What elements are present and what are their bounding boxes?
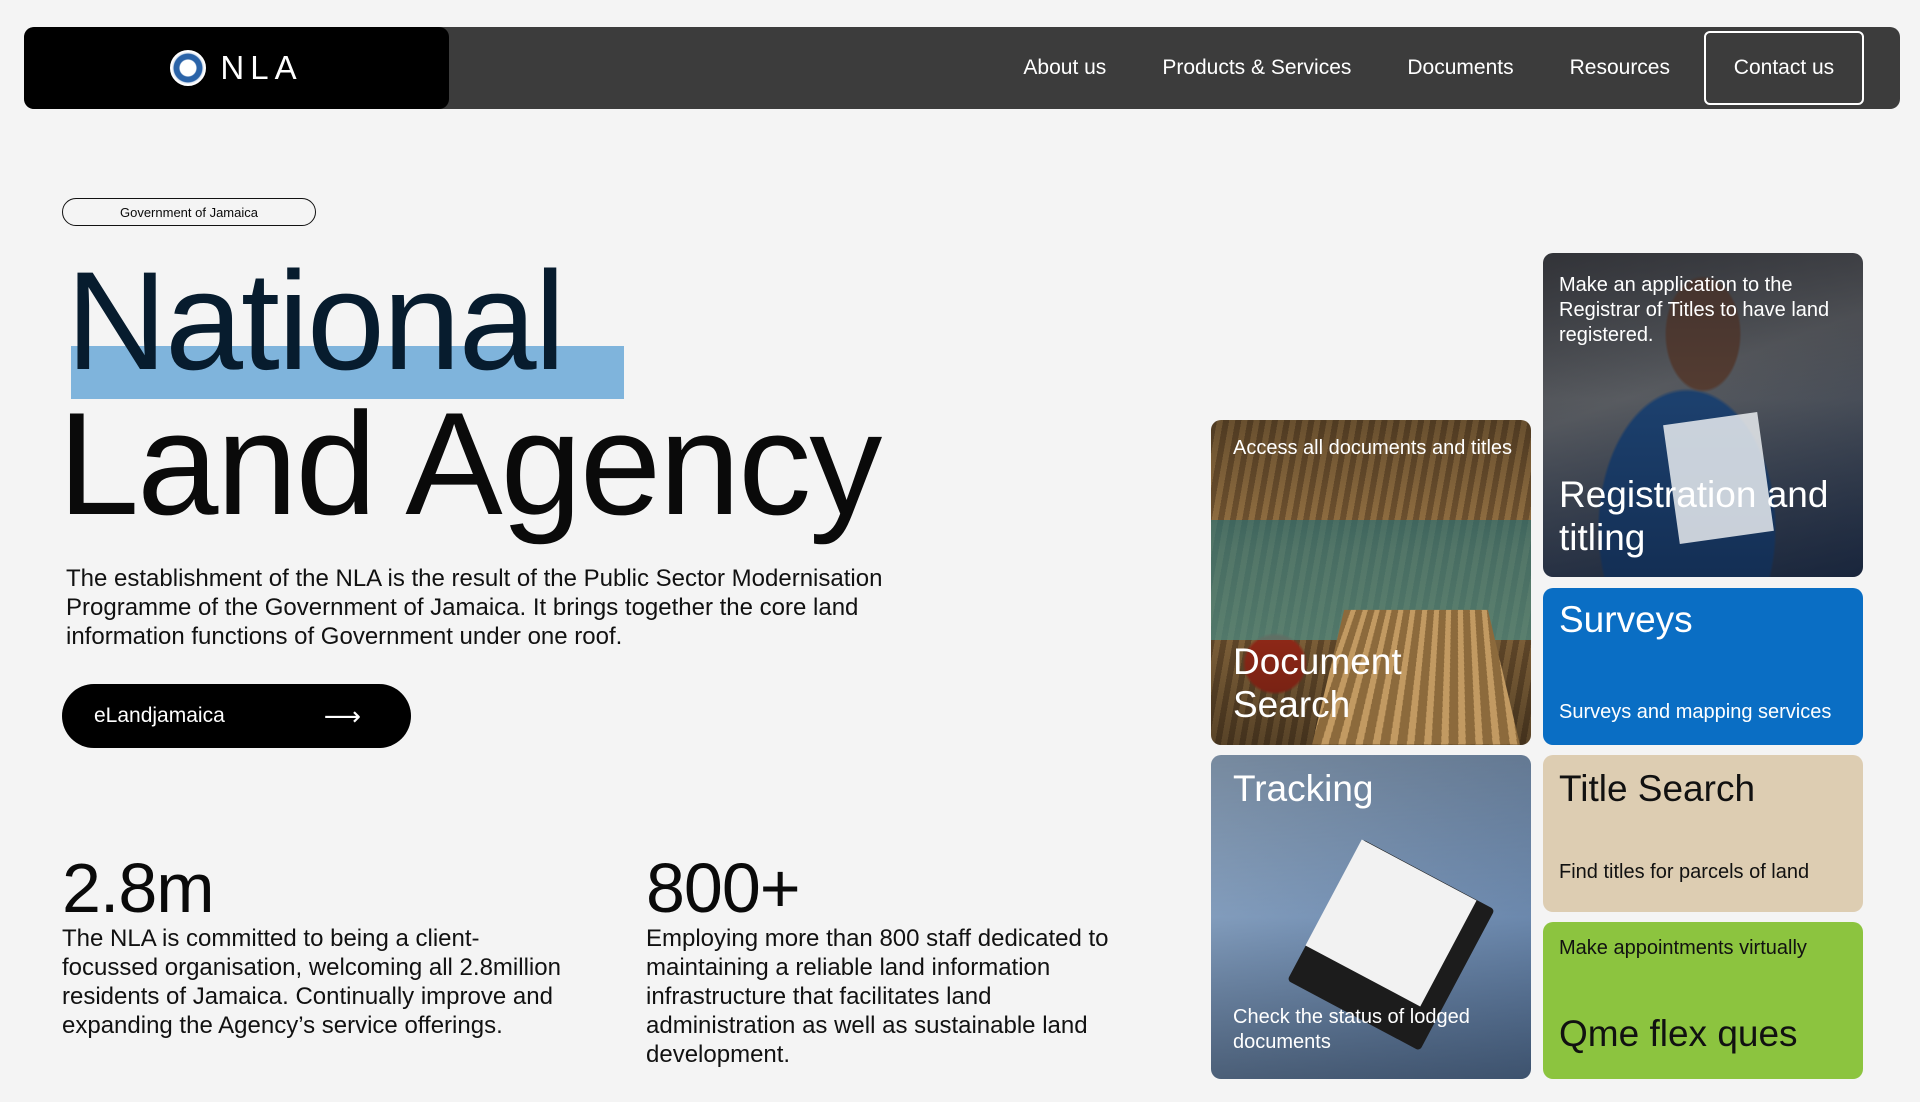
brand-name: NLA [220,49,303,86]
card-registration-and-titling[interactable]: Make an application to the Registrar of … [1543,253,1863,577]
nav-links: About us Products & Services Documents R… [995,31,1864,105]
arrow-right-icon: ⟶ [323,700,361,731]
card-tracking[interactable]: Tracking Check the status of lodged docu… [1211,755,1531,1079]
card-subtitle: Make an application to the Registrar of … [1559,274,1830,346]
card-title: Surveys [1559,599,1693,640]
nav-link-about-us[interactable]: About us [995,56,1134,80]
stat-description: The NLA is committed to being a client-f… [62,925,561,1039]
card-title: Tracking [1233,768,1374,809]
stat-residents: 2.8m The NLA is committed to being a cli… [62,852,562,1040]
cta-label: eLandjamaica [94,704,225,727]
top-navbar: NLA About us Products & Services Documen… [24,27,1900,109]
stat-number: 2.8m [62,849,215,927]
card-surveys[interactable]: Surveys Surveys and mapping services [1543,588,1863,745]
card-title: Document Search [1233,641,1402,725]
brand[interactable]: NLA [24,27,449,109]
card-subtitle: Find titles for parcels of land [1559,861,1810,883]
card-title: Qme flex ques [1559,1013,1798,1054]
government-badge: Government of Jamaica [62,198,316,226]
nav-link-products-services[interactable]: Products & Services [1134,56,1379,80]
card-subtitle: Surveys and mapping services [1559,701,1832,723]
card-subtitle: Check the status of lodged documents [1233,1006,1470,1053]
nla-logo-icon [170,50,207,86]
card-title: Registration and titling [1559,474,1829,558]
card-subtitle: Make appointments virtually [1559,937,1807,959]
card-title-search[interactable]: Title Search Find titles for parcels of … [1543,755,1863,912]
contact-us-button[interactable]: Contact us [1704,31,1864,105]
card-subtitle: Access all documents and titles [1233,437,1513,459]
eland-jamaica-button[interactable]: eLandjamaica ⟶ [62,684,411,748]
page: NLA About us Products & Services Documen… [0,0,1920,1102]
nav-link-documents[interactable]: Documents [1379,56,1541,80]
card-document-search[interactable]: Access all documents and titles Document… [1211,420,1531,745]
page-title-line-1: National [66,242,566,399]
nav-link-resources[interactable]: Resources [1542,56,1698,80]
stat-description: Employing more than 800 staff dedicated … [646,925,1109,1068]
page-title-line-2: Land Agency [58,382,882,545]
stat-number: 800+ [646,849,801,927]
card-title: Title Search [1559,768,1756,809]
stat-staff: 800+ Employing more than 800 staff dedic… [646,852,1146,1069]
card-qme-flex-ques[interactable]: Make appointments virtually Qme flex que… [1543,922,1863,1079]
hero-description: The establishment of the NLA is the resu… [66,565,883,650]
